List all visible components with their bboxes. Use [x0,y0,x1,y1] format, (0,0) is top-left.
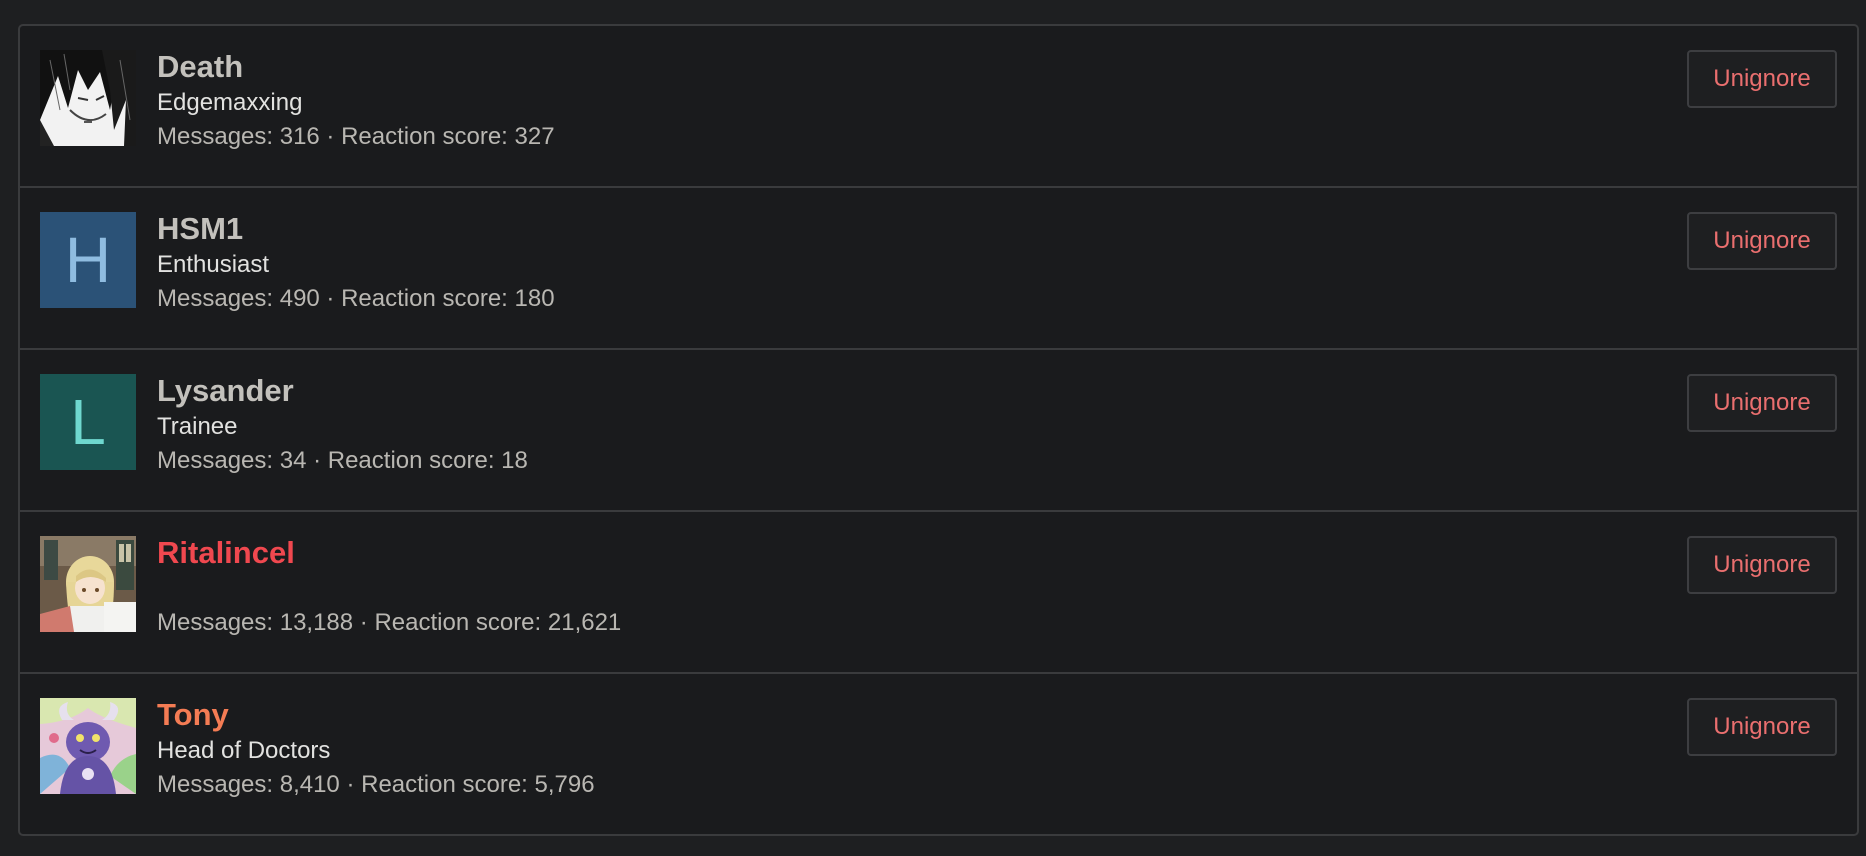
member-info: Lysander Trainee Messages: 34 · Reaction… [157,372,528,479]
member-info: Ritalincel Messages: 13,188 · Reaction s… [157,534,621,641]
avatar[interactable]: H [40,212,136,308]
avatar[interactable] [40,50,136,146]
member-info: HSM1 Enthusiast Messages: 490 · Reaction… [157,210,555,317]
manga-portrait-avatar-icon [40,50,136,146]
member-stats: Messages: 34 · Reaction score: 18 [157,447,528,474]
user-title: Trainee [157,413,238,440]
avatar-letter: H [40,212,136,308]
user-title [157,572,621,605]
unignore-button[interactable]: Unignore [1687,212,1837,270]
member-info: Death Edgemaxxing Messages: 316 · Reacti… [157,48,555,155]
member-row: Tony Head of Doctors Messages: 8,410 · R… [20,674,1857,834]
avatar[interactable] [40,536,136,632]
username-link[interactable]: Death [157,48,555,86]
member-stats: Messages: 490 · Reaction score: 180 [157,285,555,312]
username-link[interactable]: Lysander [157,372,528,410]
unignore-button[interactable]: Unignore [1687,374,1837,432]
purple-demon-avatar-icon [40,698,136,794]
member-row: H HSM1 Enthusiast Messages: 490 · Reacti… [20,188,1857,350]
ignored-members-list: Death Edgemaxxing Messages: 316 · Reacti… [18,24,1859,836]
member-stats: Messages: 316 · Reaction score: 327 [157,123,555,150]
avatar[interactable] [40,698,136,794]
unignore-button[interactable]: Unignore [1687,698,1837,756]
username-link[interactable]: Tony [157,696,595,734]
username-link[interactable]: HSM1 [157,210,555,248]
member-row: Ritalincel Messages: 13,188 · Reaction s… [20,512,1857,674]
user-title: Head of Doctors [157,737,331,764]
member-info: Tony Head of Doctors Messages: 8,410 · R… [157,696,595,803]
member-stats: Messages: 13,188 · Reaction score: 21,62… [157,609,622,636]
user-title: Edgemaxxing [157,89,303,116]
avatar[interactable]: L [40,374,136,470]
member-row: Death Edgemaxxing Messages: 316 · Reacti… [20,26,1857,188]
member-stats: Messages: 8,410 · Reaction score: 5,796 [157,771,595,798]
member-row: L Lysander Trainee Messages: 34 · Reacti… [20,350,1857,512]
avatar-letter: L [40,374,136,470]
user-title: Enthusiast [157,251,270,278]
unignore-button[interactable]: Unignore [1687,50,1837,108]
anime-girl-avatar-icon [40,536,136,632]
username-link[interactable]: Ritalincel [157,534,621,572]
unignore-button[interactable]: Unignore [1687,536,1837,594]
